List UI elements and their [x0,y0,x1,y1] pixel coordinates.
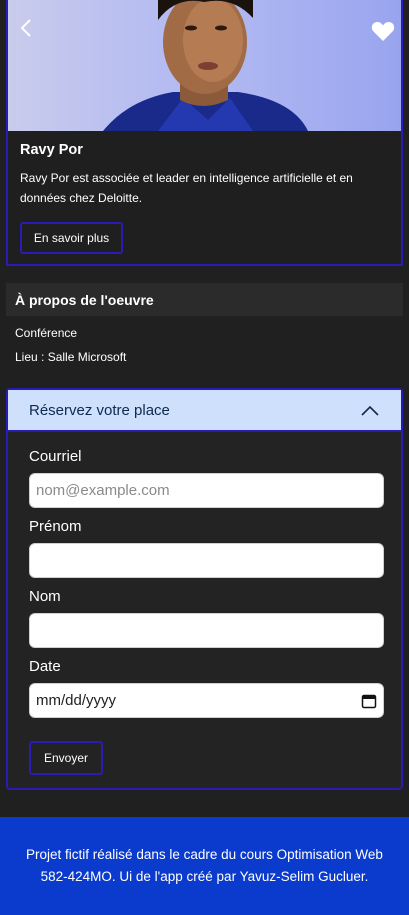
footer-credits: Projet fictif réalisé dans le cadre du c… [26,847,383,884]
date-placeholder: mm/dd/yyyy [36,692,117,709]
date-field[interactable]: mm/dd/yyyy [29,683,384,718]
speaker-photo [8,0,401,131]
chevron-left-icon [20,19,31,37]
chevron-up-icon [361,405,379,416]
speaker-name: Ravy Por [20,142,83,158]
email-field[interactable]: nom@example.com [29,473,384,508]
last-name-label: Nom [29,588,61,605]
calendar-icon[interactable] [361,693,377,709]
email-placeholder: nom@example.com [36,482,170,499]
submit-button[interactable]: Envoyer [29,741,103,775]
speaker-bio: Ravy Por est associée et leader en intel… [20,171,353,205]
event-type: Conférence [15,326,78,340]
about-section-title: À propos de l'oeuvre [6,283,403,316]
event-venue: Lieu : Salle Microsoft [15,350,127,364]
back-button[interactable] [11,13,41,43]
reservation-title: Réservez votre place [29,401,170,419]
date-label: Date [29,658,61,675]
learn-more-button[interactable]: En savoir plus [20,222,123,254]
speaker-card: Ravy Por Ravy Por est associée et leader… [6,0,403,266]
speaker-portrait-image [103,0,308,131]
first-name-field[interactable] [29,543,384,578]
favorite-button[interactable] [368,16,398,46]
footer: Projet fictif réalisé dans le cadre du c… [0,817,409,915]
heart-icon [371,21,395,41]
email-label: Courriel [29,448,82,465]
first-name-label: Prénom [29,518,82,535]
reservation-accordion: Réservez votre place Courriel nom@exampl… [6,388,403,790]
reservation-accordion-header[interactable]: Réservez votre place [8,390,401,432]
last-name-field[interactable] [29,613,384,648]
